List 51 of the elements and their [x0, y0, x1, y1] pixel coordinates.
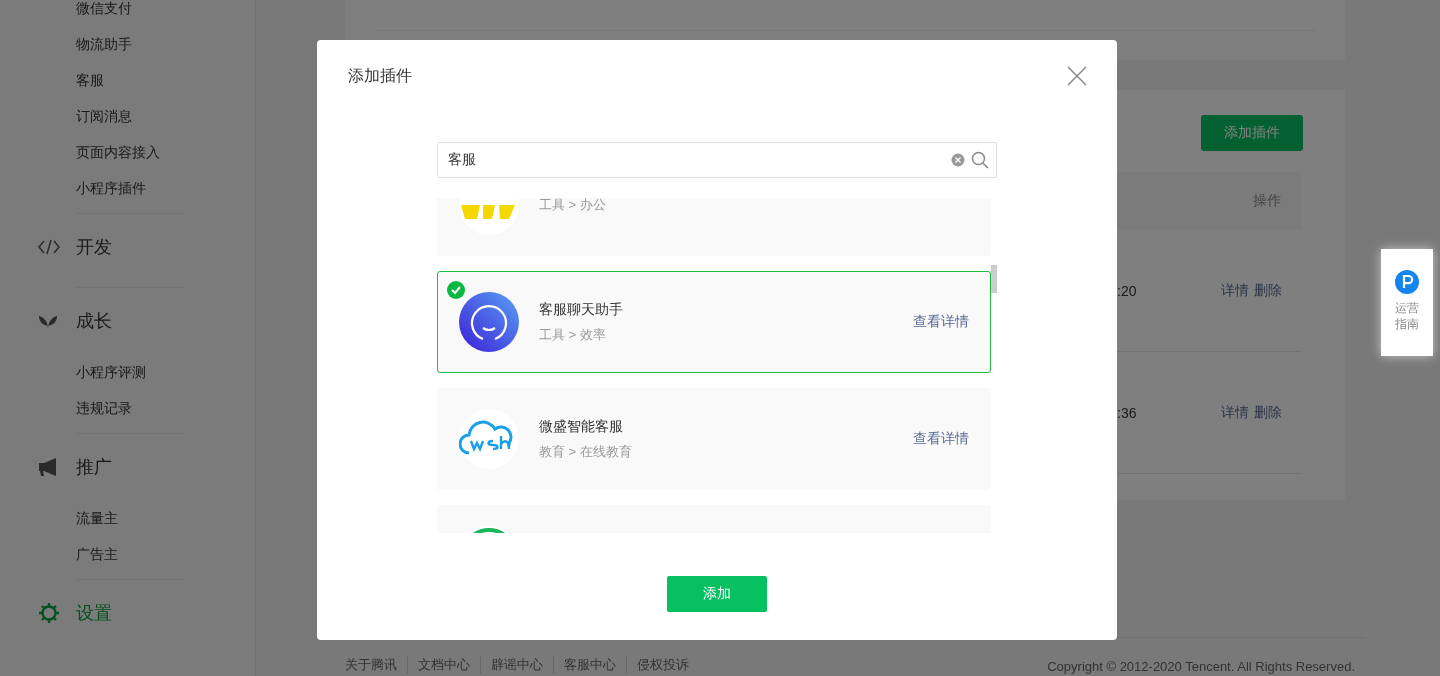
footer-link[interactable]: 侵权投诉 [626, 656, 699, 674]
parking-p-icon [1395, 270, 1419, 294]
plugin-name: 客服聊天助手 [539, 300, 624, 319]
plugin-card[interactable]: 客服聊天助手 工具 > 效率 查看详情 [437, 271, 991, 373]
nav-item[interactable]: 页面内容接入 [76, 134, 184, 170]
plugin-category: 工具 > 效率 [539, 325, 607, 344]
plugin-name: 微盛智能客服 [539, 417, 624, 436]
nav-item[interactable]: 小程序评测 [76, 354, 184, 390]
nav-item[interactable]: 订阅消息 [76, 98, 184, 134]
details-link[interactable]: 查看详情 [913, 430, 969, 448]
nav-item[interactable]: 客服 [76, 62, 184, 98]
search-icon[interactable] [971, 151, 989, 169]
gear-icon [38, 602, 60, 624]
guide-widget[interactable]: 运营指南 [1381, 249, 1433, 356]
footer-link[interactable]: 文档中心 [407, 656, 480, 674]
check-icon [447, 281, 465, 299]
search-field[interactable]: 客服 [437, 142, 997, 178]
details-link[interactable]: 查看详情 [913, 313, 969, 331]
nav-section[interactable]: 设置 [76, 601, 112, 625]
table-cell: :20 [1117, 282, 1137, 299]
sprout-icon [38, 313, 58, 329]
footer-link[interactable]: 辟谣中心 [480, 656, 553, 674]
table-cell: :36 [1117, 404, 1137, 421]
nav-section[interactable]: 成长 [76, 309, 112, 333]
clear-icon[interactable] [951, 153, 965, 167]
nav-section[interactable]: 推广 [76, 455, 112, 479]
nav-item[interactable]: 物流助手 [76, 26, 184, 62]
nav-item[interactable]: 广告主 [76, 536, 184, 572]
add-button[interactable]: 添加 [667, 576, 767, 612]
nav-item[interactable]: 小程序插件 [76, 170, 184, 206]
action-link[interactable]: 删除 [1254, 403, 1282, 422]
footer-link[interactable]: 关于腾讯 [335, 656, 407, 674]
footer-link[interactable]: 客服中心 [553, 656, 626, 674]
nav-item[interactable]: 流量主 [76, 500, 184, 536]
nav-item[interactable]: 违规记录 [76, 390, 184, 426]
action-link[interactable]: 详情 [1221, 281, 1249, 300]
plugin-card[interactable]: 微盛智能客服 教育 > 在线教育 查看详情 [437, 388, 991, 490]
code-icon [38, 239, 60, 255]
close-icon[interactable] [1065, 64, 1089, 88]
copyright-text: Copyright © 2012-2020 Tencent. All Rights Reserved. [1047, 659, 1355, 674]
cloud-logo-icon [459, 409, 519, 469]
action-link[interactable]: 删除 [1254, 281, 1282, 300]
dialog-title: 添加插件 [348, 65, 412, 86]
chat-logo-icon [459, 292, 519, 352]
plugin-category: 工具 > 办公 [539, 198, 607, 214]
nav-item[interactable]: 微信支付 [76, 0, 184, 26]
action-link[interactable]: 详情 [1221, 403, 1249, 422]
scrollbar-thumb[interactable] [991, 265, 997, 293]
plugin-card[interactable]: 工具 > 办公 [437, 198, 991, 256]
plugin-category: 教育 > 在线教育 [539, 442, 633, 461]
nav-section[interactable]: 开发 [76, 235, 112, 259]
